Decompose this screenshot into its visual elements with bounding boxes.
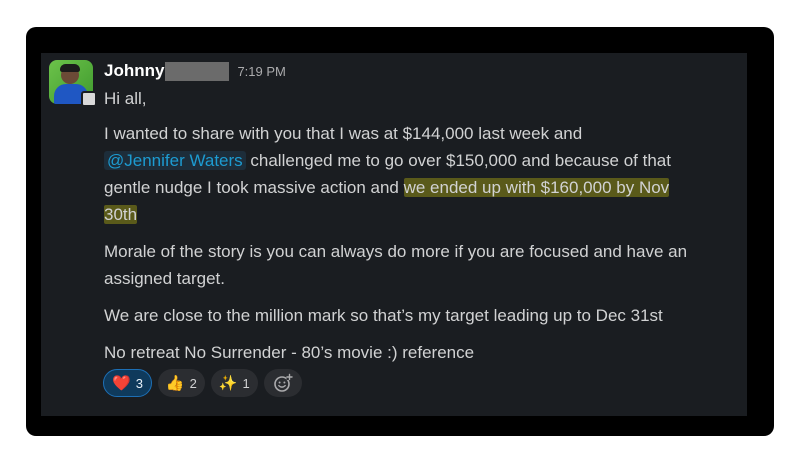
message-timestamp[interactable]: 7:19 PM	[237, 64, 285, 79]
reaction-count: 2	[189, 375, 197, 391]
status-badge	[81, 91, 97, 107]
message-line: assigned target.	[104, 269, 225, 288]
message-line: I wanted to share with you that I was at…	[104, 124, 583, 143]
highlighted-text: we ended up with $160,000 by Nov	[403, 178, 670, 197]
sparkles-icon: ✨	[218, 374, 238, 392]
add-reaction-button[interactable]	[263, 369, 302, 397]
reaction-count: 1	[242, 375, 250, 391]
highlighted-text: 30th	[104, 205, 138, 224]
user-mention[interactable]: @Jennifer Waters	[104, 151, 246, 170]
reaction-sparkles[interactable]: ✨ 1	[210, 369, 258, 397]
message-line: We are close to the million mark so that…	[104, 306, 663, 325]
message-line: No retreat No Surrender - 80’s movie :) …	[104, 343, 475, 362]
author-name[interactable]: Johnny	[104, 61, 164, 81]
message-header: Johnny 7:19 PM	[104, 60, 286, 82]
thumbs-up-icon: 👍	[165, 374, 185, 392]
message-line: gentle nudge I took massive action and w…	[104, 174, 670, 201]
message-greeting: Hi all,	[104, 89, 147, 108]
avatar-hair	[60, 64, 80, 72]
redacted-surname	[165, 61, 230, 81]
message-text: challenged me to go over $150,000 and be…	[245, 151, 671, 170]
reaction-thumbs-up[interactable]: 👍 2	[157, 369, 205, 397]
add-emoji-icon	[273, 373, 293, 392]
reactions-bar: ❤️ 3 👍 2 ✨ 1	[103, 369, 302, 397]
heart-icon: ❤️	[112, 374, 131, 392]
message-text: gentle nudge I took massive action and	[104, 178, 404, 197]
reaction-heart[interactable]: ❤️ 3	[103, 369, 152, 397]
message-line: @Jennifer Waters challenged me to go ove…	[104, 147, 671, 174]
message-line: 30th	[104, 201, 138, 228]
reaction-count: 3	[135, 375, 143, 391]
message-line: Morale of the story is you can always do…	[104, 242, 688, 261]
